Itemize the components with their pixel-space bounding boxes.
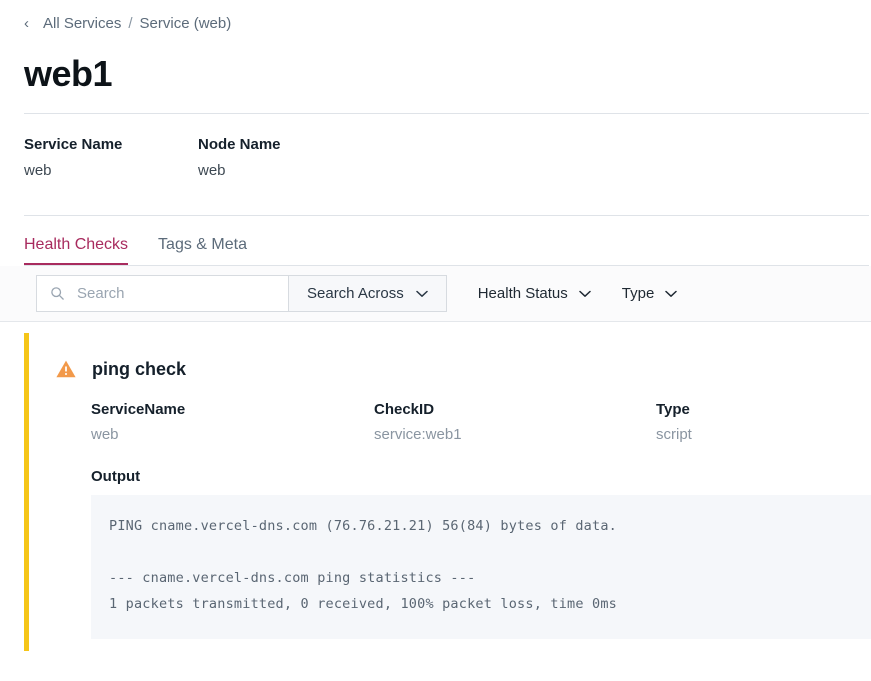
type-dropdown[interactable]: Type [622, 285, 678, 302]
breadcrumb: ‹ All Services / Service (web) [0, 0, 871, 34]
health-check-card: ping check ServiceName web CheckID servi… [0, 332, 871, 651]
meta-field-node-name: Node Name web [198, 136, 372, 179]
meta-value: web [24, 161, 52, 179]
field-value: web [91, 425, 119, 443]
chevron-down-icon [579, 285, 591, 302]
meta-field-service-name: Service Name web [24, 136, 198, 179]
tab-bar: Health Checks Tags & Meta [0, 216, 871, 266]
field-value: script [656, 425, 692, 443]
check-field-servicename: ServiceName web [91, 401, 374, 443]
chevron-down-icon [415, 285, 428, 302]
output-line: 1 packets transmitted, 0 received, 100% … [109, 595, 617, 612]
breadcrumb-separator: / [128, 14, 133, 32]
meta-value: web [198, 161, 226, 179]
search-group: Search Across [36, 274, 447, 312]
tab-tags-meta[interactable]: Tags & Meta [158, 236, 247, 266]
health-status-dropdown[interactable]: Health Status [478, 285, 591, 302]
output-label: Output [91, 467, 141, 485]
search-across-dropdown[interactable]: Search Across [288, 274, 447, 312]
search-box[interactable] [36, 274, 288, 312]
field-label: CheckID [374, 400, 435, 418]
type-label: Type [621, 284, 655, 302]
output-line-blank [109, 539, 871, 565]
meta-label: Node Name [198, 135, 281, 153]
field-value: service:web1 [374, 425, 462, 443]
check-title: ping check [92, 358, 187, 379]
search-across-label: Search Across [307, 284, 404, 302]
tab-bar-divider [24, 264, 869, 266]
check-field-type: Type script [656, 401, 692, 443]
breadcrumb-parent-link[interactable]: All Services [43, 15, 121, 32]
check-field-checkid: CheckID service:web1 [374, 401, 656, 443]
check-fields: ServiceName web CheckID service:web1 Typ… [55, 401, 871, 443]
meta-label: Service Name [24, 135, 123, 153]
breadcrumb-current: Service (web) [139, 14, 232, 32]
search-icon [50, 286, 75, 301]
warning-triangle-icon [55, 359, 92, 379]
output-panel: PING cname.vercel-dns.com (76.76.21.21) … [91, 494, 871, 639]
search-input[interactable] [75, 283, 279, 303]
output-line: PING cname.vercel-dns.com (76.76.21.21) … [109, 517, 617, 534]
output-line: --- cname.vercel-dns.com ping statistics… [109, 569, 476, 586]
chevron-left-icon[interactable]: ‹ [24, 16, 34, 31]
service-meta: Service Name web Node Name web [0, 114, 871, 179]
status-accent-bar [24, 332, 29, 651]
field-label: Type [656, 400, 690, 418]
check-header: ping check [55, 359, 871, 380]
field-label: ServiceName [91, 400, 186, 418]
health-status-label: Health Status [477, 284, 568, 302]
chevron-down-icon [665, 285, 678, 302]
page-title: web1 [24, 53, 113, 94]
filter-bar: Search Across Health Status Type [0, 265, 871, 322]
tab-health-checks[interactable]: Health Checks [24, 236, 129, 266]
